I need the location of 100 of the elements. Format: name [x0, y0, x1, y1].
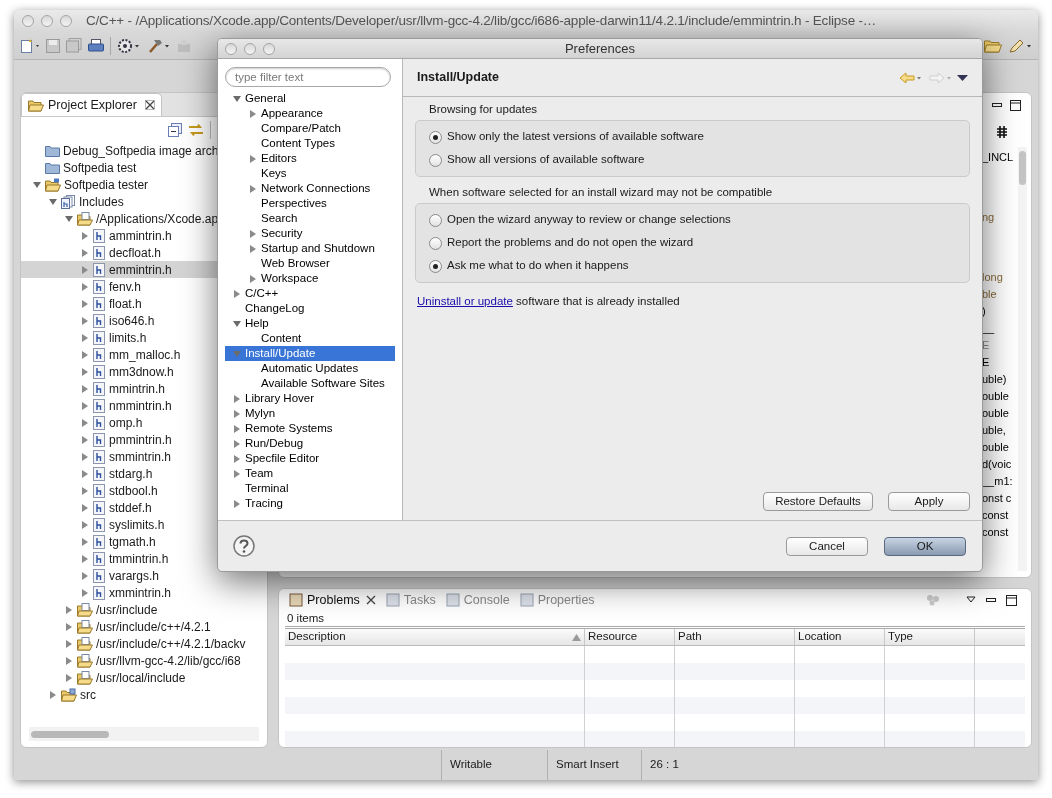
uninstall-link[interactable]: Uninstall or update [417, 295, 513, 307]
disclosure-triangle-icon[interactable] [81, 503, 89, 512]
tree-item[interactable]: /usr/include [21, 601, 267, 618]
hammer-icon[interactable] [147, 37, 171, 54]
preference-category[interactable]: Remote Systems [225, 421, 395, 436]
link-arrows-icon[interactable] [188, 122, 204, 137]
disclosure-triangle-icon[interactable] [249, 154, 257, 163]
disclosure-triangle-icon[interactable] [81, 333, 89, 342]
dialog-button[interactable]: Cancel [786, 536, 868, 556]
preference-category[interactable]: Appearance [225, 106, 395, 121]
disclosure-triangle-icon[interactable] [49, 197, 57, 206]
preference-category[interactable]: Security [225, 226, 395, 241]
disclosure-triangle-icon[interactable] [233, 409, 241, 418]
new-file-icon[interactable] [20, 37, 40, 54]
disclosure-triangle-icon[interactable] [81, 367, 89, 376]
disclosure-triangle-icon[interactable] [249, 274, 257, 283]
dialog-button[interactable]: OK [884, 536, 966, 556]
radio-option[interactable]: Open the wizard anyway to review or change selections [429, 212, 956, 228]
disclosure-triangle-icon[interactable] [81, 282, 89, 291]
page-button[interactable]: Restore Defaults [763, 492, 873, 511]
disclosure-triangle-icon[interactable] [65, 605, 73, 614]
disclosure-triangle-icon[interactable] [65, 214, 73, 223]
disclosure-triangle-icon[interactable] [81, 418, 89, 427]
preference-category[interactable]: Editors [225, 151, 395, 166]
horizontal-scrollbar[interactable] [31, 730, 109, 738]
disclosure-triangle-icon[interactable] [81, 537, 89, 546]
dialog-window-button[interactable] [225, 42, 237, 55]
main-window-button[interactable] [22, 15, 34, 27]
tree-item[interactable]: tgmath.h [21, 533, 267, 550]
preference-category[interactable]: Network Connections [225, 181, 395, 196]
radio-option[interactable]: Show only the latest versions of available software [429, 129, 956, 145]
radio-button[interactable] [429, 213, 442, 227]
disclosure-triangle-icon[interactable] [49, 690, 57, 699]
pen-icon[interactable] [1008, 37, 1032, 54]
disclosure-triangle-icon[interactable] [249, 229, 257, 238]
preference-category[interactable]: Available Software Sites [225, 376, 395, 391]
disclosure-triangle-icon[interactable] [81, 401, 89, 410]
disclosure-triangle-icon[interactable] [81, 554, 89, 563]
close-icon[interactable] [144, 100, 155, 110]
disclosure-triangle-icon[interactable] [65, 622, 73, 631]
view-tab[interactable]: Project Explorer [21, 93, 162, 116]
radio-button[interactable] [429, 153, 442, 167]
disclosure-triangle-icon[interactable] [81, 571, 89, 580]
view-menu-icon[interactable] [966, 596, 976, 604]
dialog-window-button[interactable] [244, 42, 256, 55]
disclosure-triangle-icon[interactable] [81, 316, 89, 325]
disclosure-triangle-icon[interactable] [65, 639, 73, 648]
minimize-icon[interactable] [992, 100, 1002, 110]
preference-category[interactable]: Compare/Patch [225, 121, 395, 136]
preference-category[interactable]: Search [225, 211, 395, 226]
radio-option[interactable]: Show all versions of available software [429, 152, 956, 168]
preference-category[interactable]: Perspectives [225, 196, 395, 211]
radio-button[interactable] [429, 236, 442, 250]
disclosure-triangle-icon[interactable] [233, 289, 241, 298]
disclosure-triangle-icon[interactable] [233, 319, 241, 328]
print-icon[interactable] [88, 38, 104, 53]
collapse-all-icon[interactable] [168, 122, 182, 137]
view-tab[interactable]: Tasks [381, 589, 440, 611]
preference-category[interactable]: Startup and Shutdown [225, 241, 395, 256]
preference-category[interactable]: Team [225, 466, 395, 481]
maximize-icon[interactable] [1006, 594, 1017, 606]
preference-category[interactable]: C/C++ [225, 286, 395, 301]
preference-category[interactable]: Help [225, 316, 395, 331]
disclosure-triangle-icon[interactable] [81, 520, 89, 529]
disclosure-triangle-icon[interactable] [81, 452, 89, 461]
disclosure-triangle-icon[interactable] [33, 180, 41, 189]
disclosure-triangle-icon[interactable] [81, 435, 89, 444]
help-icon[interactable] [233, 535, 255, 557]
disclosure-triangle-icon[interactable] [81, 248, 89, 257]
debug-gear-icon[interactable] [117, 37, 141, 54]
preference-category[interactable]: General [225, 91, 395, 106]
preference-category[interactable]: Mylyn [225, 406, 395, 421]
disclosure-triangle-icon[interactable] [65, 656, 73, 665]
close-icon[interactable] [365, 595, 376, 605]
disclosure-triangle-icon[interactable] [81, 384, 89, 393]
column-header[interactable]: Location [795, 629, 885, 645]
radio-option[interactable]: Report the problems and do not open the wizard [429, 235, 956, 251]
disclosure-triangle-icon[interactable] [249, 244, 257, 253]
disclosure-triangle-icon[interactable] [81, 265, 89, 274]
preference-category[interactable]: Library Hover [225, 391, 395, 406]
disclosure-triangle-icon[interactable] [233, 439, 241, 448]
tree-item[interactable]: xmmintrin.h [21, 584, 267, 601]
vertical-scrollbar[interactable] [1019, 151, 1026, 185]
disclosure-triangle-icon[interactable] [233, 94, 241, 103]
preference-category[interactable]: Keys [225, 166, 395, 181]
disclosure-triangle-icon[interactable] [81, 588, 89, 597]
disclosure-triangle-icon[interactable] [249, 184, 257, 193]
column-header[interactable]: Type [885, 629, 975, 645]
disclosure-triangle-icon[interactable] [233, 499, 241, 508]
disclosure-triangle-icon[interactable] [233, 469, 241, 478]
disclosure-triangle-icon[interactable] [233, 424, 241, 433]
disclosure-triangle-icon[interactable] [233, 394, 241, 403]
disclosure-triangle-icon[interactable] [81, 486, 89, 495]
tree-item[interactable]: /usr/llvm-gcc-4.2/lib/gcc/i68 [21, 652, 267, 669]
disclosure-triangle-icon[interactable] [81, 231, 89, 240]
disclosure-triangle-icon[interactable] [81, 469, 89, 478]
preference-category[interactable]: Install/Update [225, 346, 395, 361]
tree-item[interactable]: /usr/include/c++/4.2.1 [21, 618, 267, 635]
tree-item[interactable]: tmmintrin.h [21, 550, 267, 567]
preference-category[interactable]: Content Types [225, 136, 395, 151]
